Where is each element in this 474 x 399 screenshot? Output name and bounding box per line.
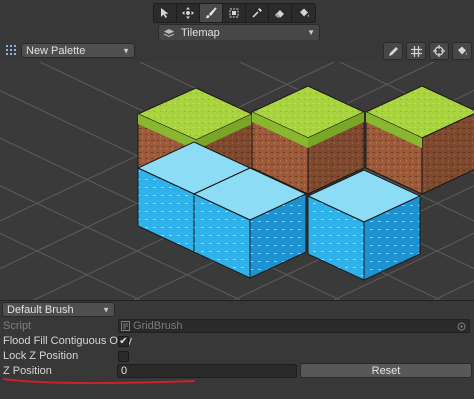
- cursor-icon: [161, 8, 169, 18]
- reset-button-label: Reset: [371, 364, 401, 377]
- select-tool-button[interactable]: [154, 4, 177, 22]
- active-tilemap-dropdown[interactable]: Tilemap ▼: [158, 24, 320, 41]
- brush-icon: [206, 7, 217, 19]
- bucket-icon: [458, 46, 467, 55]
- chevron-down-icon: ▼: [102, 305, 110, 314]
- lock-z-checkbox[interactable]: [118, 350, 129, 362]
- erase-tool-button[interactable]: [269, 4, 292, 22]
- script-field: GridBrush: [118, 319, 470, 333]
- move-icon: [182, 7, 194, 19]
- gizmo-toggle-button[interactable]: [429, 42, 449, 60]
- tile-palette-canvas[interactable]: [0, 62, 474, 300]
- box-fill-icon: [229, 8, 239, 18]
- tool-bar: [153, 3, 316, 23]
- grid-toggle-button[interactable]: [406, 42, 426, 60]
- script-icon: [121, 321, 130, 331]
- grid-icon: [410, 45, 422, 57]
- crosshair-icon: [433, 45, 445, 57]
- bucket-icon: [299, 8, 309, 17]
- chevron-down-icon: ▼: [122, 46, 130, 55]
- move-tool-button[interactable]: [177, 4, 200, 22]
- script-value: GridBrush: [133, 320, 183, 332]
- layers-icon: [163, 28, 175, 37]
- flood-fill-row: Flood Fill Contiguous Only ✔: [0, 333, 474, 349]
- script-row: Script GridBrush: [0, 318, 474, 334]
- eyedropper-icon: [252, 8, 262, 18]
- chevron-down-icon: ▼: [307, 28, 315, 37]
- tile-grid-view: [0, 62, 474, 300]
- lock-z-label: Lock Z Position: [3, 350, 79, 362]
- palette-dropdown-label: New Palette: [26, 44, 86, 57]
- script-label: Script: [3, 320, 32, 332]
- flood-fill-label: Flood Fill Contiguous Only: [3, 335, 133, 347]
- red-underline-annotation: [3, 378, 195, 385]
- palette-settings-button[interactable]: [452, 42, 472, 60]
- pencil-icon: [388, 46, 398, 56]
- edit-palette-button[interactable]: [383, 42, 403, 60]
- brush-inspector: Default Brush ▼ Script GridBrush Flood F…: [0, 300, 474, 399]
- eraser-icon: [275, 10, 284, 18]
- active-tilemap-label: Tilemap: [181, 26, 220, 39]
- reset-button[interactable]: Reset: [300, 363, 472, 378]
- fill-tool-button[interactable]: [292, 4, 315, 22]
- box-fill-tool-button[interactable]: [223, 4, 246, 22]
- flood-fill-checkbox[interactable]: ✔: [118, 335, 129, 347]
- lock-z-row: Lock Z Position: [0, 348, 474, 364]
- object-picker-icon: [457, 322, 466, 330]
- grid-dots-icon: [6, 45, 16, 55]
- brush-dropdown-label: Default Brush: [7, 303, 74, 316]
- brush-dropdown[interactable]: Default Brush ▼: [2, 302, 115, 317]
- palette-tools: [383, 42, 472, 60]
- picker-tool-button[interactable]: [246, 4, 269, 22]
- paint-tool-button[interactable]: [200, 4, 223, 22]
- checkmark-icon: ✔: [119, 335, 128, 347]
- palette-dropdown[interactable]: New Palette ▼: [21, 43, 135, 58]
